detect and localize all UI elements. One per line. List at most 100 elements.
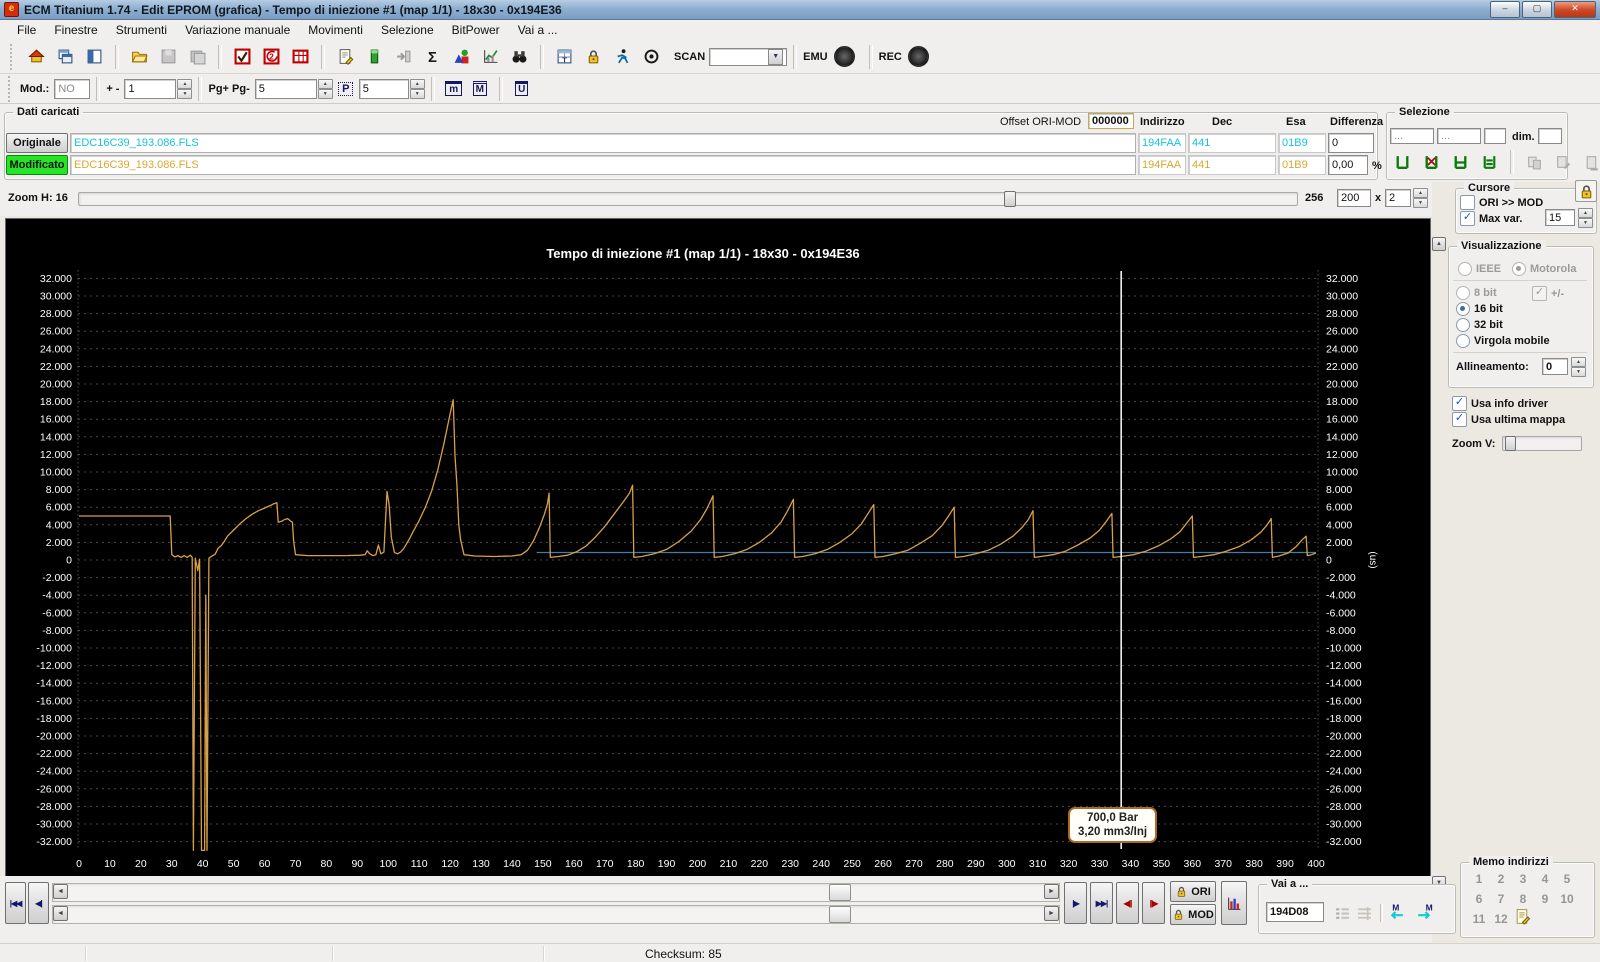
pg-field[interactable]: 5	[254, 78, 317, 99]
memo-slot-12[interactable]: 12	[1490, 912, 1512, 932]
target-icon[interactable]	[638, 43, 665, 71]
mod-field[interactable]: NO	[54, 78, 91, 99]
table-window-icon[interactable]: T	[551, 43, 578, 71]
modificato-button[interactable]: Modificato	[6, 155, 68, 175]
selezione-field-1[interactable]: ...	[1390, 128, 1434, 144]
zoom-h-spinner[interactable]: ▲ ▼	[1413, 188, 1428, 208]
originale-button[interactable]: Originale	[6, 133, 68, 153]
ori-scrollbar[interactable]: ◄ ►	[52, 883, 1060, 902]
map-next-button[interactable]: M	[1416, 903, 1433, 920]
max-var-spinner[interactable]: ▲ ▼	[1578, 208, 1593, 228]
mod-view-button[interactable]: MOD	[1170, 904, 1216, 925]
radio-virgola-mobile[interactable]: Virgola mobile	[1456, 334, 1550, 348]
percent-spinner[interactable]: ▲ ▼	[409, 78, 425, 99]
radio-virgola-circle[interactable]	[1456, 334, 1470, 348]
ori-scrollbar-thumb[interactable]	[829, 884, 851, 901]
usa-ultima-mappa-box[interactable]: ✓	[1452, 412, 1467, 427]
zoom-h-slider[interactable]	[78, 191, 1298, 207]
usa-info-driver-box[interactable]: ✓	[1452, 396, 1467, 411]
scan-dropdown[interactable]: ▼	[709, 47, 788, 66]
step-forward-button[interactable]: |▶	[1064, 882, 1087, 924]
vai-a-field[interactable]: 194D08	[1266, 902, 1324, 922]
max-var-checkbox-box[interactable]: ✓	[1460, 211, 1475, 226]
mod-scroll-right-icon[interactable]: ►	[1044, 906, 1059, 921]
memo-note-icon[interactable]	[1514, 908, 1531, 925]
table-red-icon[interactable]	[287, 43, 314, 71]
table-view-button[interactable]	[1221, 881, 1247, 925]
driver-man-icon[interactable]	[609, 43, 636, 71]
emu-record-button[interactable]	[833, 46, 855, 67]
signed-checkbox-box[interactable]: ✓	[1532, 286, 1547, 301]
allineamento-field[interactable]: 0	[1542, 358, 1568, 375]
zoom-h-mult-field[interactable]: 2	[1385, 189, 1411, 207]
radio-8bit-circle[interactable]	[1456, 286, 1470, 300]
radio-16bit[interactable]: 16 bit	[1456, 302, 1503, 316]
memo-slot-10[interactable]: 10	[1556, 892, 1578, 912]
radio-16bit-circle[interactable]	[1456, 302, 1470, 316]
chart-svg[interactable]: -32.000 -32.000 -30.000 -30.000 -28.000 -28.0…	[6, 219, 1430, 877]
selezione-field-3[interactable]	[1484, 128, 1506, 144]
zoom-h-slider-thumb[interactable]	[1004, 191, 1016, 207]
chevron-down-icon[interactable]: ▼	[768, 48, 784, 65]
radio-8bit[interactable]: 8 bit	[1456, 286, 1497, 300]
checksum-ok-icon[interactable]	[229, 43, 256, 71]
menu-item-selezione[interactable]: Selezione	[372, 21, 443, 39]
scroll-up-icon[interactable]: ▲	[1432, 237, 1446, 251]
rec-record-button[interactable]	[907, 46, 929, 67]
memo-slot-7[interactable]: 7	[1490, 892, 1512, 912]
close-button[interactable]: ✕	[1554, 1, 1596, 18]
diff-next-button[interactable]: ||▶	[1142, 882, 1165, 924]
memo-slot-5[interactable]: 5	[1556, 872, 1578, 892]
ori-scroll-left-icon[interactable]: ◄	[53, 884, 68, 899]
cascade-windows-icon[interactable]	[52, 43, 79, 71]
percent-field[interactable]: 5	[358, 78, 409, 99]
map-prev-button[interactable]: M	[1388, 903, 1405, 920]
selezione-field-2[interactable]: ...	[1437, 128, 1481, 144]
min-value-button[interactable]: m	[442, 77, 466, 101]
select-rows-icon[interactable]	[1476, 148, 1503, 176]
zoom-v-slider-thumb[interactable]	[1505, 436, 1516, 451]
zoom-v-slider[interactable]	[1502, 436, 1582, 451]
step-field[interactable]: 1	[124, 78, 177, 99]
menu-item-vai-a-[interactable]: Vai a ...	[509, 21, 567, 39]
minimize-button[interactable]: –	[1490, 1, 1520, 18]
goto-list-icon[interactable]	[1334, 905, 1351, 922]
go-last-button[interactable]: ▶▶|	[1090, 882, 1113, 924]
max-value-button[interactable]: M	[468, 77, 492, 101]
percent-mode-button[interactable]: P	[334, 77, 358, 101]
save-icon[interactable]	[155, 43, 182, 71]
usa-info-driver-checkbox[interactable]: ✓ Usa info driver	[1452, 396, 1548, 411]
memo-slot-6[interactable]: 6	[1468, 892, 1490, 912]
import-icon[interactable]	[390, 43, 417, 71]
pg-spinner[interactable]: ▲ ▼	[317, 78, 333, 99]
column-green-icon[interactable]	[361, 43, 388, 71]
goto-table-icon[interactable]	[1356, 905, 1373, 922]
mod-scroll-left-icon[interactable]: ◄	[53, 906, 68, 921]
radio-32bit[interactable]: 32 bit	[1456, 318, 1503, 332]
driver-info-icon[interactable]	[332, 43, 359, 71]
memo-slot-1[interactable]: 1	[1468, 872, 1490, 892]
mod-scrollbar[interactable]: ◄ ►	[52, 905, 1060, 924]
radio-ieee-circle[interactable]	[1458, 262, 1472, 276]
cursor-lock-button[interactable]	[1575, 180, 1597, 202]
undo-button[interactable]: U	[510, 77, 534, 101]
menu-item-file[interactable]: File	[8, 21, 45, 39]
ori-mod-checkbox-box[interactable]	[1460, 195, 1475, 210]
menu-item-bitpower[interactable]: BitPower	[443, 21, 509, 39]
search-binoculars-icon[interactable]	[506, 43, 533, 71]
max-var-checkbox[interactable]: ✓ Max var.	[1460, 211, 1522, 226]
open-file-icon[interactable]	[126, 43, 153, 71]
maximize-button[interactable]: ▢	[1522, 1, 1552, 18]
menu-item-variazione-manuale[interactable]: Variazione manuale	[176, 21, 299, 39]
usa-ultima-mappa-checkbox[interactable]: ✓ Usa ultima mappa	[1452, 412, 1565, 427]
max-var-field[interactable]: 15	[1545, 209, 1575, 226]
ori-scroll-right-icon[interactable]: ►	[1044, 884, 1059, 899]
sum-sigma-icon[interactable]: Σ	[419, 43, 446, 71]
memo-slot-3[interactable]: 3	[1512, 872, 1534, 892]
ori-view-button[interactable]: ORI	[1170, 881, 1216, 902]
mod-scrollbar-thumb[interactable]	[829, 906, 851, 923]
offset-ori-mod-value[interactable]: 000000	[1088, 113, 1134, 129]
chart-vertical-scrollbar[interactable]: ▲ ▼	[1432, 236, 1446, 892]
tile-window-icon[interactable]	[81, 43, 108, 71]
chart-area[interactable]: -32.000 -32.000 -30.000 -30.000 -28.000 -28.0…	[5, 218, 1431, 878]
